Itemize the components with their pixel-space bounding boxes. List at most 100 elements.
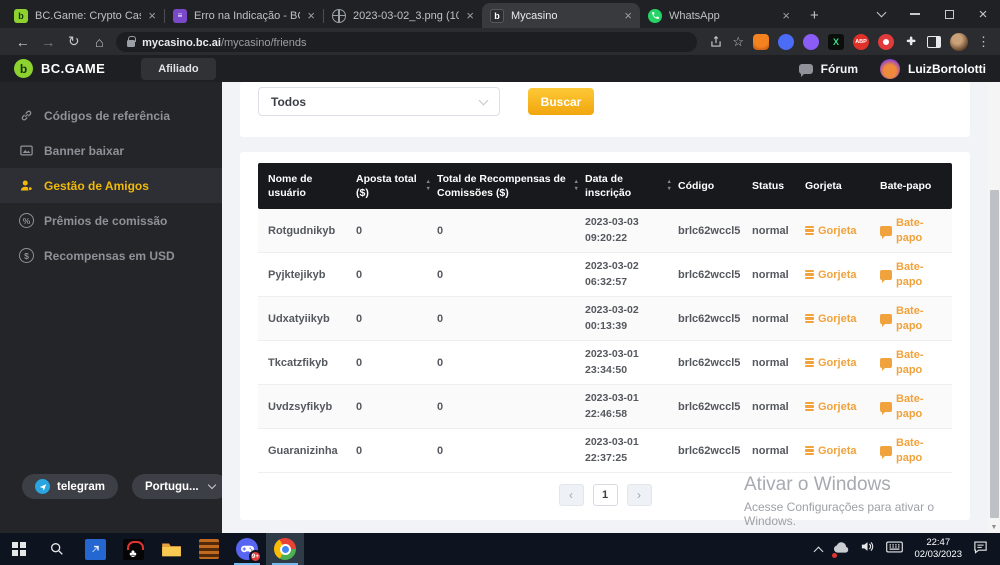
user-avatar[interactable] [880,59,900,79]
taskbar-game-app[interactable]: 9+ [228,533,266,565]
cell-code: brlc62wccl5 [678,225,752,237]
search-button[interactable]: Buscar [528,88,594,115]
sidebar-item-banner-download[interactable]: Banner baixar [0,133,222,168]
cell-bet-total: 0 [356,401,437,413]
address-bar[interactable]: mycasino.bc.ai/mycasino/friends [116,32,697,52]
col-signup-date[interactable]: Data de inscrição▲▼ [585,172,678,200]
prev-page-button[interactable]: ‹ [559,484,584,506]
table-header: Nome de usuário Aposta total ($)▲▼ Total… [258,163,952,209]
language-label: Portugu... [145,481,199,493]
maximize-button[interactable] [932,0,966,28]
cell-code: brlc62wccl5 [678,445,752,457]
tray-status-alert-icon[interactable] [833,540,849,558]
tray-expand-chevron-icon[interactable] [814,546,824,556]
start-button[interactable] [0,533,38,565]
taskbar-app-blue-arrow[interactable] [76,533,114,565]
tip-link[interactable]: Gorjeta [805,445,880,457]
tip-link[interactable]: Gorjeta [805,401,880,413]
share-icon[interactable] [709,35,723,49]
file-explorer-button[interactable] [152,533,190,565]
chat-link[interactable]: Bate-papo [880,392,952,421]
chat-bubble-icon [880,446,892,456]
metamask-extension-icon[interactable] [753,34,769,50]
affiliate-nav-button[interactable]: Afiliado [141,58,215,80]
browser-profile-avatar[interactable] [950,33,968,51]
chat-link[interactable]: Bate-papo [880,348,952,377]
purple-extension-icon[interactable] [803,34,819,50]
sidebar-item-commission-prizes[interactable]: % Prêmios de comissão [0,203,222,238]
close-button[interactable]: × [966,0,1000,28]
username[interactable]: LuizBortolotti [908,62,986,76]
action-center-icon[interactable] [973,540,988,559]
current-page-button[interactable]: 1 [593,484,618,506]
language-selector[interactable]: Portugu... [132,474,228,499]
tab-png-image[interactable]: 2023-03-02_3.png (1024×76 × [324,3,482,28]
tip-link[interactable]: Gorjeta [805,313,880,325]
volume-icon[interactable] [860,540,875,558]
next-page-button[interactable]: › [627,484,652,506]
sidebar-item-referral-codes[interactable]: Códigos de referência [0,98,222,133]
sort-icon[interactable]: ▲▼ [426,180,431,192]
sidebar: Códigos de referência Banner baixar Gest… [0,82,222,533]
adblock-extension-icon[interactable]: ABP [853,34,869,50]
tab-search-chevron-icon[interactable] [864,0,898,28]
taskbar-search-button[interactable] [38,533,76,565]
tab-close-icon[interactable]: × [782,8,790,23]
cell-status: normal [752,357,805,369]
tab-erro-indicacao[interactable]: ≡ Erro na Indicação - BC.Game × [165,3,323,28]
chat-link[interactable]: Bate-papo [880,260,952,289]
sidebar-item-usd-rewards[interactable]: $ Recompensas em USD [0,238,222,273]
money-icon [805,314,814,324]
sidebar-item-label: Gestão de Amigos [44,179,149,193]
col-code: Código [678,179,752,193]
sort-icon[interactable]: ▲▼ [574,180,579,192]
sidebar-item-friends-management[interactable]: Gestão de Amigos [0,168,222,203]
table-row: Tkcatzfikyb 0 0 2023-03-0123:34:50 brlc6… [258,341,952,385]
chat-link[interactable]: Bate-papo [880,304,952,333]
side-panel-icon[interactable] [927,36,941,48]
back-icon[interactable]: ← [10,34,36,50]
col-commission-rewards[interactable]: Total de Recompensas de Comissões ($)▲▼ [437,172,585,200]
col-bet-total[interactable]: Aposta total ($)▲▼ [356,172,437,200]
scrollbar-thumb[interactable] [990,190,999,518]
extensions-puzzle-icon[interactable] [903,34,918,49]
tip-link[interactable]: Gorjeta [805,269,880,281]
sidebar-item-label: Recompensas em USD [44,249,175,263]
telegram-button[interactable]: telegram [22,474,118,499]
bcgame-logo[interactable]: b [14,59,33,78]
red-extension-icon[interactable] [878,34,894,50]
taskbar-app-casino[interactable]: ♣ [114,533,152,565]
taskbar-app-stripes[interactable] [190,533,228,565]
tab-close-icon[interactable]: × [624,8,632,23]
bookmark-star-icon[interactable]: ☆ [732,34,744,50]
taskbar-clock[interactable]: 22:47 02/03/2023 [914,537,962,562]
cell-signup: 2023-03-0200:13:39 [585,303,678,333]
tab-bcgame-home[interactable]: b BC.Game: Crypto Casino Gan × [6,3,164,28]
friend-type-select[interactable]: Todos [258,87,500,116]
minimize-button[interactable] [898,0,932,28]
sort-icon[interactable]: ▲▼ [667,180,672,192]
chat-link[interactable]: Bate-papo [880,436,952,465]
tab-close-icon[interactable]: × [466,8,474,23]
reload-icon[interactable]: ↻ [61,33,87,50]
tip-link[interactable]: Gorjeta [805,225,880,237]
chat-link[interactable]: Bate-papo [880,216,952,245]
tab-whatsapp[interactable]: WhatsApp × [640,3,798,28]
x-extension-icon[interactable]: X [828,34,844,50]
tab-mycasino-active[interactable]: b Mycasino × [482,3,640,28]
home-icon[interactable]: ⌂ [87,34,113,50]
forward-icon[interactable]: → [36,34,62,50]
forum-link[interactable]: Fórum [821,62,858,76]
keyboard-icon[interactable] [886,540,903,558]
page-scrollbar[interactable]: ▼ [988,82,1000,533]
scrollbar-down-arrow[interactable]: ▼ [988,524,1000,531]
browser-menu-icon[interactable]: ⋮ [977,34,990,50]
new-tab-button[interactable]: + [810,7,819,24]
blue-extension-icon[interactable] [778,34,794,50]
chevron-down-icon [207,481,215,489]
cell-rewards: 0 [437,269,585,281]
tip-link[interactable]: Gorjeta [805,357,880,369]
chrome-taskbar-button[interactable] [266,533,304,565]
tab-close-icon[interactable]: × [148,8,156,23]
tab-close-icon[interactable]: × [307,8,315,23]
